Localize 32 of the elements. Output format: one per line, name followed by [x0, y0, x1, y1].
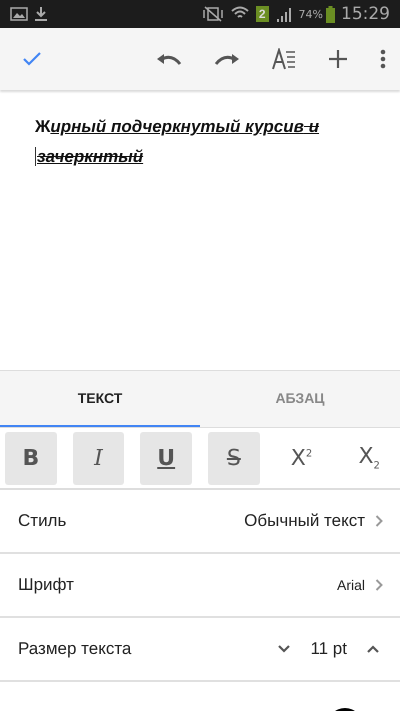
plus-icon — [328, 49, 348, 69]
signal-icon — [274, 6, 293, 22]
chevron-down-icon — [278, 645, 290, 653]
setting-label: Размер текста — [18, 639, 132, 659]
font-size-value: 11 pt — [310, 639, 347, 659]
superscript-button[interactable]: X$^{2}$ — [276, 432, 328, 484]
setting-label: Стиль — [18, 511, 66, 531]
clock: 15:29 — [341, 4, 390, 24]
setting-label: Шрифт — [18, 575, 74, 595]
redo-icon — [214, 52, 240, 66]
bold-button[interactable]: B — [5, 432, 57, 484]
sim-badge: 2 — [256, 6, 269, 22]
subscript-button[interactable]: X$_{2}$ — [343, 432, 396, 484]
document-text[interactable]: Жирный подчеркнутый курсив и зачеркнтый — [35, 112, 365, 172]
check-icon — [22, 51, 42, 67]
more-icon — [380, 49, 386, 69]
download-icon — [34, 6, 48, 22]
chevron-right-icon[interactable] — [375, 579, 383, 591]
setting-value[interactable]: Обычный текст — [244, 511, 365, 531]
text-format-icon — [272, 48, 296, 70]
italic-button[interactable]: I — [72, 432, 124, 484]
chevron-right-icon[interactable] — [375, 515, 383, 527]
strike-button[interactable]: S — [208, 432, 260, 484]
setting-value[interactable]: Arial — [336, 577, 365, 593]
image-icon — [10, 7, 28, 21]
battery-icon — [326, 6, 335, 22]
chevron-up-icon — [367, 645, 379, 653]
vibrate-off-icon — [202, 6, 224, 22]
undo-icon — [156, 52, 182, 66]
battery-percent: 74% — [298, 8, 323, 20]
tab[interactable]: ТЕКСТ — [0, 371, 200, 427]
underline-button[interactable]: U — [140, 432, 192, 484]
